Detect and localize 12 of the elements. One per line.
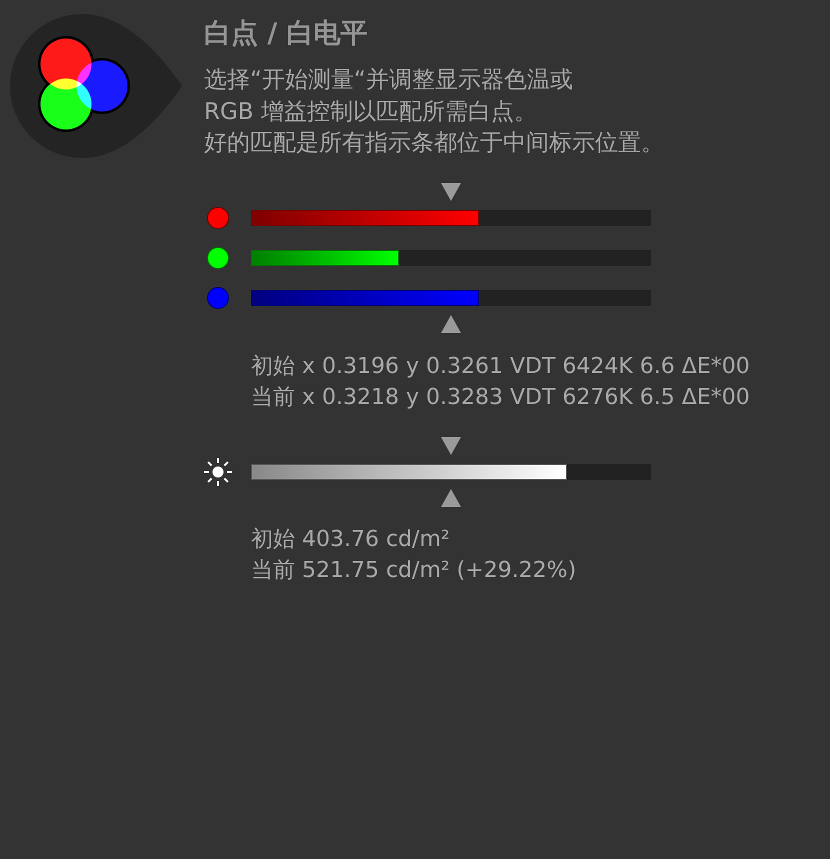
page-title: 白点 / 白电平 bbox=[203, 17, 368, 50]
current-reading-text: 当前 521.75 cd/m² (+29.22%) bbox=[251, 556, 576, 584]
up-triangle-icon bbox=[441, 314, 461, 332]
instruction-text: 选择“开始测量“并调整显示器色温或 RGB 增益控制以匹配所需白点。 好的匹配是所有指示条都位于中间标示位置。 bbox=[204, 66, 664, 158]
current-reading-text: 当前 x 0.3218 y 0.3283 VDT 6276K 6.5 ΔE*00 bbox=[251, 384, 750, 412]
down-triangle-icon bbox=[441, 436, 461, 454]
initial-reading-text: 初始 x 0.3196 y 0.3261 VDT 6424K 6.6 ΔE*00 bbox=[251, 352, 750, 380]
down-triangle-icon bbox=[441, 182, 461, 200]
initial-reading-text: 初始 403.76 cd/m² bbox=[251, 526, 451, 554]
sun-icon bbox=[204, 458, 232, 486]
overlapping-circles-icon bbox=[10, 14, 182, 158]
up-triangle-icon bbox=[441, 488, 461, 506]
